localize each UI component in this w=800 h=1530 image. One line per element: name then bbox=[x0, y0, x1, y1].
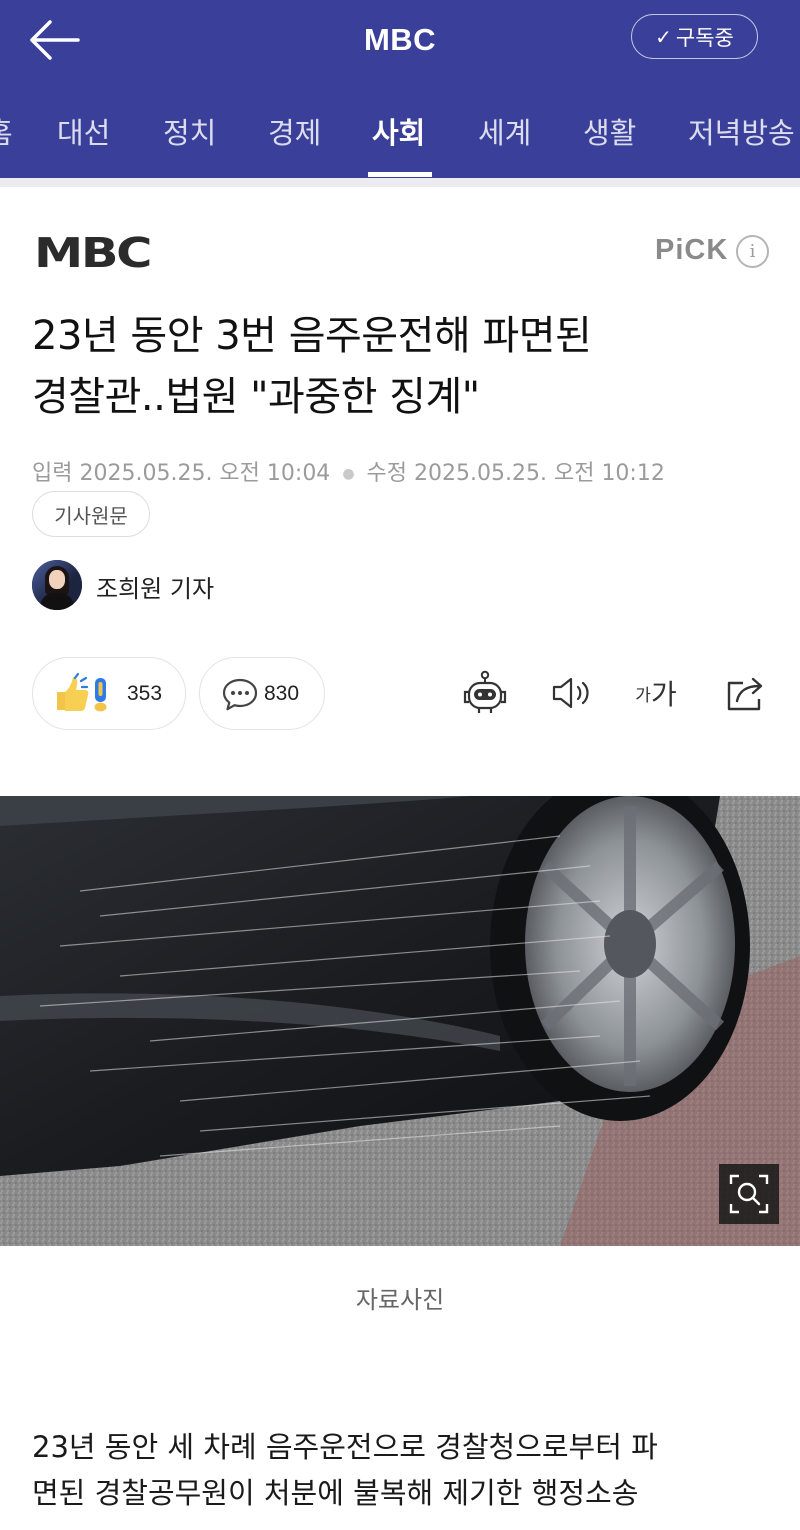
zoom-icon bbox=[729, 1174, 769, 1214]
body-line-2: 면된 경찰공무원이 처분에 불복해 제기한 행정소송 bbox=[32, 1476, 639, 1510]
press-logo[interactable]: MBC bbox=[34, 229, 152, 277]
font-size-icon[interactable]: 가가 bbox=[631, 665, 681, 721]
press-logo-text: MBC bbox=[34, 233, 150, 273]
tab-world[interactable]: 세계 bbox=[478, 110, 531, 152]
headline-line-2: 경찰관..법원 "과중한 징계" bbox=[32, 374, 480, 420]
summary-bot-button[interactable] bbox=[460, 665, 510, 721]
edit-date: 2025.05.25. 오전 10:12 bbox=[414, 461, 665, 486]
check-icon: ✓ bbox=[655, 24, 672, 49]
pick-label: PiCK bbox=[655, 234, 729, 266]
subscribe-label: 구독중 bbox=[675, 25, 734, 50]
share-icon bbox=[727, 677, 763, 711]
tab-life[interactable]: 생활 bbox=[583, 110, 636, 152]
avatar[interactable] bbox=[32, 560, 82, 610]
edit-label: 수정 bbox=[366, 461, 408, 486]
subscribe-button[interactable]: ✓ 구독중 bbox=[631, 14, 758, 59]
reporter-name[interactable]: 조희원 기자 bbox=[96, 569, 214, 604]
section-divider bbox=[0, 178, 800, 187]
tab-election[interactable]: 대선 bbox=[57, 110, 110, 152]
category-nav: 홈 대선 정치 경제 사회 세계 생활 저녁방송 bbox=[0, 86, 800, 178]
reaction-icon bbox=[57, 672, 107, 711]
original-article-button[interactable]: 기사원문 bbox=[32, 491, 150, 537]
tab-economy[interactable]: 경제 bbox=[268, 110, 321, 152]
speaker-icon bbox=[552, 677, 589, 709]
article-dates: 입력 2025.05.25. 오전 10:04 ● 수정 2025.05.25.… bbox=[32, 455, 665, 487]
comment-button[interactable]: 830 bbox=[199, 657, 325, 730]
photo-zoom-button[interactable] bbox=[719, 1164, 779, 1224]
separator-dot: ● bbox=[342, 466, 355, 482]
input-date: 2025.05.25. 오전 10:04 bbox=[79, 461, 331, 486]
share-button[interactable] bbox=[720, 665, 770, 721]
speaker-button[interactable] bbox=[546, 665, 596, 721]
body-line-1: 23년 동안 세 차례 음주운전으로 경찰청으로부터 파 bbox=[32, 1430, 658, 1464]
tab-home[interactable]: 홈 bbox=[0, 110, 13, 152]
comment-count: 830 bbox=[264, 681, 300, 705]
reaction-button[interactable]: 353 bbox=[32, 657, 186, 730]
input-label: 입력 bbox=[32, 461, 73, 486]
photo-caption: 자료사진 bbox=[355, 1286, 445, 1314]
article-body: 23년 동안 세 차례 음주운전으로 경찰청으로부터 파 면된 경찰공무원이 처… bbox=[32, 1424, 772, 1516]
tab-evening-news[interactable]: 저녁방송 bbox=[688, 110, 795, 152]
info-icon[interactable]: i bbox=[736, 235, 769, 268]
summary-bot-icon bbox=[463, 670, 507, 713]
tab-politics[interactable]: 정치 bbox=[163, 110, 216, 152]
tab-society[interactable]: 사회 bbox=[372, 110, 425, 152]
headline-line-1: 23년 동안 3번 음주운전해 파면된 bbox=[32, 313, 592, 359]
comment-icon bbox=[222, 678, 258, 710]
article-headline: 23년 동안 3번 음주운전해 파면된 경찰관..법원 "과중한 징계" bbox=[32, 306, 772, 428]
top-bar: MBC ✓ 구독중 bbox=[0, 0, 800, 86]
reaction-count: 353 bbox=[127, 681, 163, 705]
article-photo[interactable] bbox=[0, 796, 800, 1246]
active-tab-indicator bbox=[368, 172, 432, 177]
